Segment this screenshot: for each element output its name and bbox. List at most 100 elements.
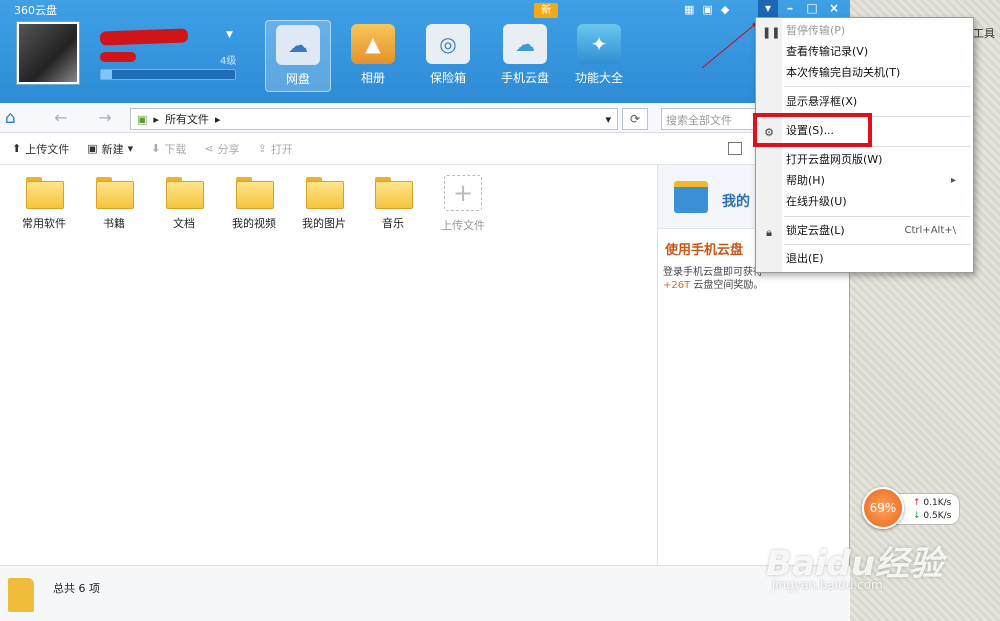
menu-item-float[interactable]: 显示悬浮框(X) xyxy=(786,93,966,111)
menu-label: 退出(E) xyxy=(786,252,824,265)
shirt-icon[interactable]: ◆ xyxy=(721,3,729,16)
folder-item[interactable]: 书籍 xyxy=(84,177,144,231)
menu-label: 暂停传输(P) xyxy=(786,24,846,37)
mobile-cloud-icon: ☁ xyxy=(503,24,547,64)
refresh-button[interactable]: ⟳ xyxy=(622,108,648,130)
user-level: 4级 xyxy=(220,56,237,67)
open-icon: ⇪ xyxy=(257,142,267,155)
pause-icon: ❚❚ xyxy=(762,26,781,39)
new-label: 新建 xyxy=(101,142,124,156)
desktop-label: 工具 xyxy=(973,27,995,40)
gift-box-icon xyxy=(674,181,708,213)
home-icon[interactable]: ⌂ xyxy=(5,108,25,128)
view-toggle-icon[interactable] xyxy=(728,142,742,155)
folder-icon xyxy=(236,177,274,209)
open-label: 打开 xyxy=(270,142,293,156)
annotation-highlight-box xyxy=(753,113,872,147)
menu-label: 帮助(H) xyxy=(786,174,825,187)
user-dropdown-icon[interactable]: ▼ xyxy=(226,30,233,40)
safe-box-icon: ◎ xyxy=(426,24,470,64)
maximize-button[interactable]: □ xyxy=(802,0,822,17)
toolbox-icon: ✦ xyxy=(577,24,621,64)
folder-item[interactable]: 我的视频 xyxy=(224,177,284,231)
upload-tile[interactable]: + 上传文件 xyxy=(433,175,493,233)
download-icon: ⬇ xyxy=(151,142,161,155)
folder-path-icon: ▣ xyxy=(137,112,148,126)
upload-tile-label: 上传文件 xyxy=(441,219,485,232)
folder-name: 我的图片 xyxy=(302,217,346,230)
menu-item-shutdown[interactable]: 本次传输完自动关机(T) xyxy=(786,64,966,82)
side-panel-heading[interactable]: 使用手机云盘 xyxy=(665,239,743,258)
watermark-url: jingyan.baidu.com xyxy=(772,578,883,592)
search-input[interactable]: 搜索全部文件 xyxy=(661,108,765,130)
menu-label: 锁定云盘(L) xyxy=(786,224,845,237)
open-button[interactable]: ⇪ 打开 xyxy=(258,141,293,157)
user-name-redacted[interactable] xyxy=(99,28,189,46)
avatar[interactable] xyxy=(16,21,80,85)
speed-readout: ↑ 0.1K/s ↓ 0.5K/s xyxy=(896,493,960,525)
chevron-down-icon: ▾ xyxy=(127,142,134,155)
folder-item[interactable]: 文档 xyxy=(154,177,214,231)
user-info-redacted xyxy=(100,52,136,62)
side-text-highlight: +26T xyxy=(663,280,691,291)
menu-item-exit[interactable]: 退出(E) xyxy=(786,250,966,268)
folder-item[interactable]: 音乐 xyxy=(363,177,423,231)
nav-toolbox[interactable]: ✦ 功能大全 xyxy=(566,20,632,92)
download-button[interactable]: ⬇ 下载 xyxy=(151,141,186,157)
back-arrow-icon[interactable]: ← xyxy=(50,108,72,128)
folder-item[interactable]: 常用软件 xyxy=(14,177,74,231)
folder-item[interactable]: 我的图片 xyxy=(294,177,354,231)
main-menu-button[interactable]: ▾ xyxy=(758,0,778,17)
progress-ball[interactable]: 69% xyxy=(862,487,904,529)
message-icon[interactable]: ▦ xyxy=(684,3,694,16)
annotation-arrow-icon xyxy=(701,20,760,69)
folder-icon xyxy=(166,177,204,209)
nav-photo-album[interactable]: ▲ 相册 xyxy=(340,20,406,92)
lock-icon: 🔒︎ xyxy=(766,226,772,239)
minimize-button[interactable]: – xyxy=(780,0,800,17)
side-panel-title: 我的 xyxy=(722,194,750,210)
file-list: 常用软件 书籍 文档 我的视频 我的图片 音乐 + 上传文件 xyxy=(0,165,657,565)
cloud-drive-icon: ☁ xyxy=(276,25,320,65)
path-box[interactable]: ▣ ▸ 所有文件 ▸ ▾ xyxy=(130,108,618,130)
folder-name: 我的视频 xyxy=(232,217,276,230)
menu-item-history[interactable]: 查看传输记录(V) xyxy=(786,43,966,61)
forward-arrow-icon[interactable]: → xyxy=(94,108,116,128)
nav-label: 网盘 xyxy=(285,72,310,86)
nav-cloud-drive[interactable]: ☁ 网盘 xyxy=(265,20,331,92)
plus-icon: + xyxy=(444,175,482,211)
nav-label: 功能大全 xyxy=(574,71,623,85)
menu-item-lock[interactable]: 🔒︎ 锁定云盘(L) Ctrl+Alt+\ xyxy=(766,222,966,240)
close-button[interactable]: × xyxy=(824,0,844,17)
folder-icon xyxy=(96,177,134,209)
new-folder-icon: ▣ xyxy=(87,142,98,155)
new-badge: 新 xyxy=(534,3,558,18)
nav-safe-box[interactable]: ◎ 保险箱 xyxy=(415,20,481,92)
menu-label: 显示悬浮框(X) xyxy=(786,95,858,108)
folder-icon xyxy=(306,177,344,209)
path-current[interactable]: 所有文件 xyxy=(165,111,209,127)
nav-label: 相册 xyxy=(360,71,385,85)
item-count: 总共 6 项 xyxy=(53,582,100,595)
speed-float-widget[interactable]: ↑ 0.1K/s ↓ 0.5K/s 69% xyxy=(862,487,960,529)
new-button[interactable]: ▣ 新建 ▾ xyxy=(87,141,133,157)
download-arrow-icon: ↓ xyxy=(913,511,921,521)
menu-item-help[interactable]: 帮助(H) ▸ xyxy=(786,172,966,190)
photo-album-icon: ▲ xyxy=(351,24,395,64)
app-window: 360云盘 ▼ 4级 ☁ 网盘 ▲ 相册 ◎ 保险箱 ☁ 手机云盘 ✦ 功能大全… xyxy=(0,0,850,621)
gift-icon[interactable]: ▣ xyxy=(702,3,712,16)
nav-label: 手机云盘 xyxy=(500,71,549,85)
share-label: 分享 xyxy=(217,142,240,156)
menu-item-upgrade[interactable]: 在线升级(U) xyxy=(786,193,966,211)
menu-label: 本次传输完自动关机(T) xyxy=(786,66,901,79)
share-icon: ⋖ xyxy=(204,142,214,155)
path-dropdown-icon[interactable]: ▾ xyxy=(605,113,611,126)
side-text-2: 云盘空间奖励。 xyxy=(690,280,764,291)
nav-mobile-cloud[interactable]: ☁ 手机云盘 xyxy=(492,20,558,92)
upload-button[interactable]: ⬆ 上传文件 xyxy=(12,141,69,157)
menu-item-web[interactable]: 打开云盘网页版(W) xyxy=(786,151,966,169)
menu-item-pause[interactable]: ❚❚ 暂停传输(P) xyxy=(762,22,966,40)
share-button[interactable]: ⋖ 分享 xyxy=(204,141,239,157)
menu-label: 打开云盘网页版(W) xyxy=(786,153,883,166)
quota-fill xyxy=(101,70,112,79)
